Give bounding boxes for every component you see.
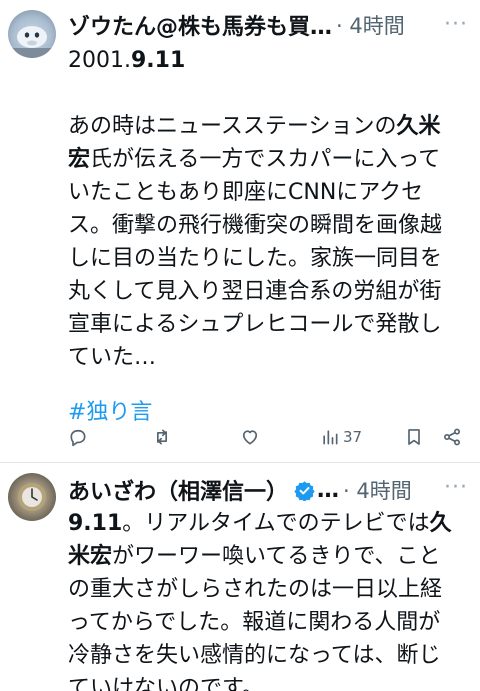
display-name[interactable]: あいざわ（相澤信一） <box>68 474 288 506</box>
text-segment: 宣車によるシュプレヒコールで発散し <box>68 312 442 337</box>
bold-text: 久 <box>429 511 452 536</box>
text-line: しに目の当たりにした。家族一同目を <box>68 242 466 275</box>
text-segment: がワーワー喚いてるきりで、こと <box>112 544 441 569</box>
bookmark-button[interactable] <box>404 427 424 447</box>
bold-text: 宏 <box>68 147 91 172</box>
retweet-icon <box>157 429 167 445</box>
text-segment: あの時はニュースステーションの <box>68 114 397 139</box>
text-segment: 2001. <box>68 48 131 73</box>
bold-text: 米宏 <box>68 544 113 569</box>
text-line: 丸くして見入り翌日連合系の労組が街 <box>68 275 466 308</box>
reply-icon <box>70 429 86 447</box>
text-line: 2001.9.11 <box>68 44 466 77</box>
text-line: 米宏がワーワー喚いてるきりで、こと <box>68 540 466 573</box>
timestamp[interactable]: · 4時間 <box>336 10 405 40</box>
text-segment: しに目の当たりにした。家族一同目を <box>68 246 443 271</box>
tweet-text: 9.11。リアルタイムでのテレビでは久 米宏がワーワー喚いてるきりで、こと の重大さ… <box>68 507 466 691</box>
text-line: ス。衝撃の飛行機衝突の瞬間を画像越 <box>68 209 466 242</box>
text-segment: 冷静さを失い感情的になっては、断じ <box>68 643 441 668</box>
display-name[interactable]: ゾウたん@株も馬券も買… <box>68 9 332 41</box>
tweet-header: あいざわ（相澤信一） … · 4時間 <box>68 473 466 507</box>
views-icon <box>323 430 338 445</box>
tweet-text: 2001.9.11 あの時はニュースステーションの久米 宏氏が伝える一方でスカパーに… <box>68 44 466 374</box>
text-line: 冷静さを失い感情的になっては、断じ <box>68 639 466 672</box>
bold-text: 9.11 <box>130 48 186 73</box>
text-line: いたこともあり即座にCNNにアクセ <box>68 176 466 209</box>
text-segment: ていけないのです。 <box>68 676 264 691</box>
timestamp[interactable]: · 4時間 <box>343 475 412 505</box>
avatar[interactable] <box>8 473 56 521</box>
share-button[interactable] <box>442 427 462 447</box>
text-line: の重大さがしらされたのは一日以上経 <box>68 573 466 606</box>
text-line: ていた… <box>68 341 466 374</box>
text-line: 宣車によるシュプレヒコールで発散し <box>68 308 466 341</box>
text-line: ていけないのです。 <box>68 672 466 691</box>
bold-text: 久米 <box>396 114 441 139</box>
heart-icon <box>242 430 258 445</box>
retweet-button[interactable] <box>152 427 172 447</box>
avatar-image <box>11 26 53 58</box>
avatar[interactable] <box>8 10 56 58</box>
tweet-header: ゾウたん@株も馬券も買… · 4時間 <box>68 8 466 42</box>
action-bar: 37 <box>68 424 466 450</box>
text-segment: いたこともあり即座にCNNにアクセ <box>68 180 424 205</box>
bold-text: 9.11 <box>68 511 123 536</box>
text-segment: 丸くして見入り翌日連合系の労組が街 <box>68 279 442 304</box>
like-button[interactable] <box>240 427 260 447</box>
more-options-icon[interactable]: ··· <box>444 12 468 37</box>
text-line: ってからでした。報道に関わる人間が <box>68 606 466 639</box>
avatar-image <box>18 483 46 511</box>
name-ellipsis: … <box>317 477 340 503</box>
reply-button[interactable] <box>68 427 88 447</box>
verified-badge-icon <box>294 480 315 501</box>
text-segment: 氏が伝える一方でスカパーに入って <box>90 147 441 172</box>
bookmark-icon <box>408 429 420 445</box>
text-line: 9.11。リアルタイムでのテレビでは久 <box>68 507 466 540</box>
text-segment: ス。衝撃の飛行機衝突の瞬間を画像越 <box>68 213 443 238</box>
text-line: あの時はニュースステーションの久米 <box>68 110 466 143</box>
text-segment: の重大さがしらされたのは一日以上経 <box>68 577 443 602</box>
share-icon <box>444 428 460 446</box>
text-segment: 。リアルタイムでのテレビでは <box>122 511 430 536</box>
text-segment: ってからでした。報道に関わる人間が <box>68 610 441 635</box>
text-segment: ていた… <box>68 345 157 370</box>
views-button[interactable]: 37 <box>320 427 362 447</box>
tweet[interactable]: ゾウたん@株も馬券も買… · 4時間 ··· 2001.9.11 あの時はニュース… <box>0 0 480 462</box>
text-line: 宏氏が伝える一方でスカパーに入って <box>68 143 466 176</box>
more-options-icon[interactable]: ··· <box>444 475 468 500</box>
views-count: 37 <box>343 428 363 446</box>
tweet[interactable]: あいざわ（相澤信一） … · 4時間 ··· 9.11。リアルタイムでのテレビで… <box>0 463 480 691</box>
